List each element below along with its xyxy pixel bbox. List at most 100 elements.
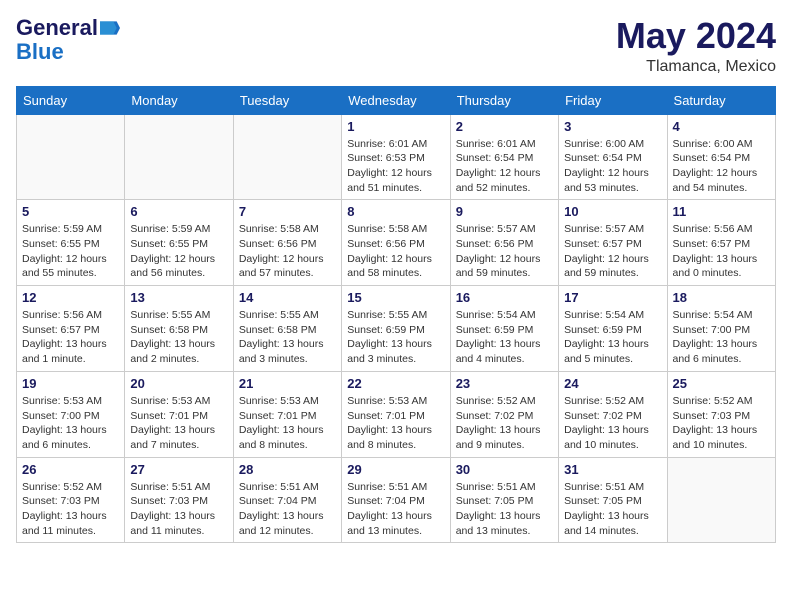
day-number: 26	[22, 462, 119, 477]
calendar-cell: 26 Sunrise: 5:52 AM Sunset: 7:03 PM Dayli…	[17, 457, 125, 543]
day-number: 7	[239, 204, 336, 219]
calendar-week-1: 5 Sunrise: 5:59 AM Sunset: 6:55 PM Daylig…	[17, 200, 776, 286]
calendar-cell: 11 Sunrise: 5:56 AM Sunset: 6:57 PM Dayli…	[667, 200, 775, 286]
day-number: 19	[22, 376, 119, 391]
calendar-cell	[233, 114, 341, 200]
month-year-title: May 2024	[616, 16, 776, 56]
day-number: 31	[564, 462, 661, 477]
day-number: 11	[673, 204, 770, 219]
day-detail: Sunrise: 5:52 AM Sunset: 7:02 PM Dayligh…	[456, 394, 553, 453]
day-number: 5	[22, 204, 119, 219]
day-detail: Sunrise: 6:00 AM Sunset: 6:54 PM Dayligh…	[673, 137, 770, 196]
calendar-cell: 17Sunrise: 5:54 AM Sunset: 6:59 PM Dayli…	[559, 286, 667, 372]
day-number: 29	[347, 462, 444, 477]
day-detail: Sunrise: 5:51 AM Sunset: 7:04 PM Dayligh…	[347, 480, 444, 539]
day-detail: Sunrise: 5:53 AM Sunset: 7:01 PM Dayligh…	[347, 394, 444, 453]
day-number: 18	[673, 290, 770, 305]
calendar-week-2: 12Sunrise: 5:56 AM Sunset: 6:57 PM Dayli…	[17, 286, 776, 372]
calendar-cell: 13Sunrise: 5:55 AM Sunset: 6:58 PM Dayli…	[125, 286, 233, 372]
calendar-cell: 25 Sunrise: 5:52 AM Sunset: 7:03 PM Dayli…	[667, 371, 775, 457]
day-detail: Sunrise: 5:56 AM Sunset: 6:57 PM Dayligh…	[673, 222, 770, 281]
calendar-cell: 23Sunrise: 5:52 AM Sunset: 7:02 PM Dayli…	[450, 371, 558, 457]
day-detail: Sunrise: 5:51 AM Sunset: 7:03 PM Dayligh…	[130, 480, 227, 539]
calendar-cell: 31Sunrise: 5:51 AM Sunset: 7:05 PM Dayli…	[559, 457, 667, 543]
day-detail: Sunrise: 5:53 AM Sunset: 7:01 PM Dayligh…	[239, 394, 336, 453]
logo-flag-icon	[100, 21, 120, 35]
calendar-week-4: 26 Sunrise: 5:52 AM Sunset: 7:03 PM Dayli…	[17, 457, 776, 543]
day-detail: Sunrise: 5:54 AM Sunset: 6:59 PM Dayligh…	[456, 308, 553, 367]
title-block: May 2024 Tlamanca, Mexico	[616, 16, 776, 76]
day-detail: Sunrise: 5:52 AM Sunset: 7:03 PM Dayligh…	[22, 480, 119, 539]
col-header-thursday: Thursday	[450, 86, 558, 114]
calendar-cell: 7 Sunrise: 5:58 AM Sunset: 6:56 PM Daylig…	[233, 200, 341, 286]
calendar-cell: 6 Sunrise: 5:59 AM Sunset: 6:55 PM Daylig…	[125, 200, 233, 286]
calendar-cell: 16 Sunrise: 5:54 AM Sunset: 6:59 PM Dayli…	[450, 286, 558, 372]
col-header-tuesday: Tuesday	[233, 86, 341, 114]
day-number: 1	[347, 119, 444, 134]
day-detail: Sunrise: 5:54 AM Sunset: 7:00 PM Dayligh…	[673, 308, 770, 367]
calendar-cell: 14 Sunrise: 5:55 AM Sunset: 6:58 PM Dayli…	[233, 286, 341, 372]
day-detail: Sunrise: 5:53 AM Sunset: 7:01 PM Dayligh…	[130, 394, 227, 453]
calendar-cell: 29 Sunrise: 5:51 AM Sunset: 7:04 PM Dayli…	[342, 457, 450, 543]
calendar-header-row: SundayMondayTuesdayWednesdayThursdayFrid…	[17, 86, 776, 114]
day-detail: Sunrise: 5:51 AM Sunset: 7:04 PM Dayligh…	[239, 480, 336, 539]
col-header-monday: Monday	[125, 86, 233, 114]
day-number: 15	[347, 290, 444, 305]
calendar-cell: 4Sunrise: 6:00 AM Sunset: 6:54 PM Daylig…	[667, 114, 775, 200]
day-number: 10	[564, 204, 661, 219]
page-header: General Blue May 2024 Tlamanca, Mexico	[16, 16, 776, 76]
calendar-cell: 2Sunrise: 6:01 AM Sunset: 6:54 PM Daylig…	[450, 114, 558, 200]
calendar-cell: 9Sunrise: 5:57 AM Sunset: 6:56 PM Daylig…	[450, 200, 558, 286]
day-detail: Sunrise: 5:55 AM Sunset: 6:58 PM Dayligh…	[130, 308, 227, 367]
day-number: 22	[347, 376, 444, 391]
day-detail: Sunrise: 5:59 AM Sunset: 6:55 PM Dayligh…	[22, 222, 119, 281]
calendar-cell: 21Sunrise: 5:53 AM Sunset: 7:01 PM Dayli…	[233, 371, 341, 457]
calendar-cell: 10 Sunrise: 5:57 AM Sunset: 6:57 PM Dayli…	[559, 200, 667, 286]
day-number: 20	[130, 376, 227, 391]
calendar-cell: 20 Sunrise: 5:53 AM Sunset: 7:01 PM Dayli…	[125, 371, 233, 457]
day-detail: Sunrise: 5:55 AM Sunset: 6:59 PM Dayligh…	[347, 308, 444, 367]
logo-blue: Blue	[16, 40, 64, 64]
day-detail: Sunrise: 5:59 AM Sunset: 6:55 PM Dayligh…	[130, 222, 227, 281]
day-detail: Sunrise: 5:55 AM Sunset: 6:58 PM Dayligh…	[239, 308, 336, 367]
calendar-cell: 22 Sunrise: 5:53 AM Sunset: 7:01 PM Dayli…	[342, 371, 450, 457]
col-header-wednesday: Wednesday	[342, 86, 450, 114]
calendar-cell: 15 Sunrise: 5:55 AM Sunset: 6:59 PM Dayli…	[342, 286, 450, 372]
calendar-cell: 3Sunrise: 6:00 AM Sunset: 6:54 PM Daylig…	[559, 114, 667, 200]
calendar-cell: 18 Sunrise: 5:54 AM Sunset: 7:00 PM Dayli…	[667, 286, 775, 372]
calendar-cell	[17, 114, 125, 200]
calendar-cell: 30 Sunrise: 5:51 AM Sunset: 7:05 PM Dayli…	[450, 457, 558, 543]
day-number: 6	[130, 204, 227, 219]
location-subtitle: Tlamanca, Mexico	[616, 58, 776, 76]
col-header-saturday: Saturday	[667, 86, 775, 114]
day-detail: Sunrise: 5:58 AM Sunset: 6:56 PM Dayligh…	[239, 222, 336, 281]
calendar-cell: 12Sunrise: 5:56 AM Sunset: 6:57 PM Dayli…	[17, 286, 125, 372]
calendar-cell	[667, 457, 775, 543]
day-number: 25	[673, 376, 770, 391]
day-number: 14	[239, 290, 336, 305]
calendar-cell: 28Sunrise: 5:51 AM Sunset: 7:04 PM Dayli…	[233, 457, 341, 543]
day-number: 16	[456, 290, 553, 305]
day-number: 24	[564, 376, 661, 391]
calendar-cell: 19Sunrise: 5:53 AM Sunset: 7:00 PM Dayli…	[17, 371, 125, 457]
day-number: 30	[456, 462, 553, 477]
day-number: 27	[130, 462, 227, 477]
day-detail: Sunrise: 5:57 AM Sunset: 6:56 PM Dayligh…	[456, 222, 553, 281]
calendar-cell: 8Sunrise: 5:58 AM Sunset: 6:56 PM Daylig…	[342, 200, 450, 286]
day-detail: Sunrise: 5:57 AM Sunset: 6:57 PM Dayligh…	[564, 222, 661, 281]
day-number: 3	[564, 119, 661, 134]
day-number: 17	[564, 290, 661, 305]
day-detail: Sunrise: 5:52 AM Sunset: 7:03 PM Dayligh…	[673, 394, 770, 453]
calendar-table: SundayMondayTuesdayWednesdayThursdayFrid…	[16, 86, 776, 544]
day-detail: Sunrise: 5:51 AM Sunset: 7:05 PM Dayligh…	[456, 480, 553, 539]
calendar-week-3: 19Sunrise: 5:53 AM Sunset: 7:00 PM Dayli…	[17, 371, 776, 457]
day-detail: Sunrise: 6:01 AM Sunset: 6:54 PM Dayligh…	[456, 137, 553, 196]
day-detail: Sunrise: 5:58 AM Sunset: 6:56 PM Dayligh…	[347, 222, 444, 281]
logo: General Blue	[16, 16, 120, 64]
day-detail: Sunrise: 6:01 AM Sunset: 6:53 PM Dayligh…	[347, 137, 444, 196]
col-header-friday: Friday	[559, 86, 667, 114]
calendar-cell	[125, 114, 233, 200]
calendar-cell: 5 Sunrise: 5:59 AM Sunset: 6:55 PM Daylig…	[17, 200, 125, 286]
logo-general: General	[16, 16, 98, 40]
calendar-week-0: 1 Sunrise: 6:01 AM Sunset: 6:53 PM Daylig…	[17, 114, 776, 200]
